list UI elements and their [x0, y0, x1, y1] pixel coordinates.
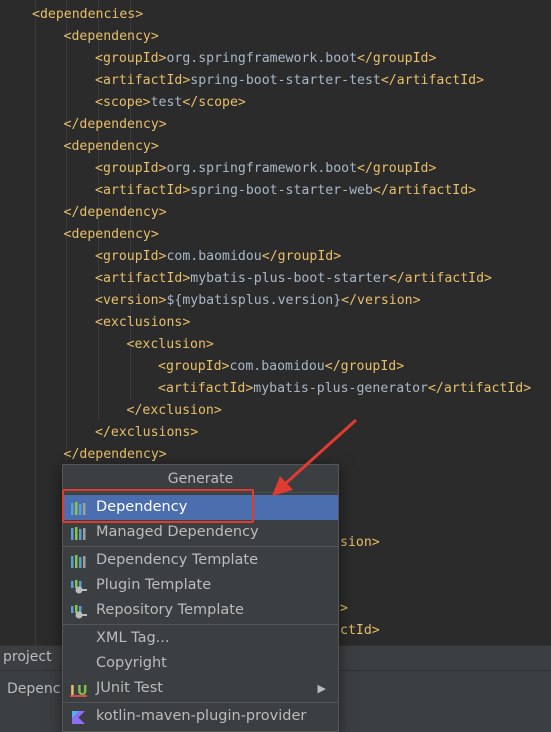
code-line[interactable]: </exclusions>: [95, 422, 198, 444]
code-line[interactable]: <artifactId>spring-boot-starter-test</ar…: [95, 70, 484, 92]
code-fragment: sion>: [340, 532, 380, 554]
xml-open-tag: <scope>: [95, 95, 151, 110]
xml-close-tag: </artifactId>: [427, 381, 532, 396]
code-line[interactable]: <version>${mybatisplus.version}</version…: [95, 290, 421, 312]
xml-close-tag: </dependency>: [63, 447, 167, 462]
menu-item-repository-template[interactable]: Repository Template: [63, 598, 338, 623]
menu-item-label: Managed Dependency: [96, 524, 259, 540]
xml-text: mybatis-plus-boot-starter: [190, 271, 389, 286]
xml-open-tag: <dependency>: [63, 29, 159, 44]
xml-text: com.baomidou: [229, 359, 325, 374]
menu-item-xml-tag[interactable]: XML Tag...: [63, 626, 338, 651]
xml-open-tag: <artifactId>: [95, 73, 191, 88]
code-line[interactable]: <dependency>: [64, 136, 159, 158]
maven-icon: [70, 553, 88, 568]
menu-item-label: kotlin-maven-plugin-provider: [96, 708, 307, 724]
code-line[interactable]: <artifactId>mybatis-plus-boot-starter</a…: [95, 268, 492, 290]
plugin-icon: [70, 578, 88, 594]
xml-close-tag: </version>: [341, 293, 421, 308]
menu-item-label: XML Tag...: [96, 630, 170, 646]
xml-open-tag: <groupId>: [95, 51, 167, 66]
xml-open-tag: <dependency>: [63, 139, 159, 154]
code-line[interactable]: <dependencies>: [32, 4, 143, 26]
menu-item-plugin-template[interactable]: Plugin Template: [63, 573, 338, 598]
menu-item-copyright[interactable]: Copyright: [63, 651, 338, 676]
xml-close-tag: </groupId>: [261, 249, 342, 264]
menu-item-label: Repository Template: [96, 602, 244, 618]
xml-text: mybatis-plus-generator: [253, 381, 428, 396]
junit-icon: JU: [69, 681, 88, 699]
xml-open-tag: <groupId>: [158, 359, 230, 374]
code-line[interactable]: <groupId>com.baomidou</groupId>: [158, 356, 404, 378]
indent-guide: [35, 0, 36, 645]
xml-open-tag: <groupId>: [95, 161, 167, 176]
xml-close-tag: </dependency>: [63, 117, 167, 132]
xml-tag-fragment: ctId>: [340, 623, 380, 638]
xml-open-tag: <groupId>: [95, 249, 167, 264]
menu-item-dependency-template[interactable]: Dependency Template: [63, 548, 338, 573]
code-line[interactable]: <artifactId>spring-boot-starter-web</art…: [95, 180, 476, 202]
menu-item-label: Copyright: [96, 655, 167, 671]
xml-close-tag: </groupId>: [324, 359, 405, 374]
menu-item-junit-test[interactable]: J U JUnit Test ▶: [63, 676, 338, 701]
xml-open-tag: <exclusions>: [95, 315, 191, 330]
xml-close-tag: </artifactId>: [372, 183, 477, 198]
plugin-icon: [70, 603, 88, 619]
xml-close-tag: </artifactId>: [380, 73, 485, 88]
menu-separator: [63, 702, 338, 703]
xml-open-tag: <artifactId>: [158, 381, 254, 396]
xml-close-tag: </groupId>: [357, 51, 437, 66]
highlight-box: [62, 489, 254, 523]
xml-open-tag: <artifactId>: [95, 271, 191, 286]
submenu-arrow-icon: ▶: [317, 682, 326, 695]
xml-open-tag: <version>: [95, 293, 167, 308]
menu-item-kotlin-maven-plugin-provider[interactable]: kotlin-maven-plugin-provider: [63, 704, 338, 729]
code-line[interactable]: <exclusion>: [127, 334, 214, 356]
code-line[interactable]: <dependency>: [64, 26, 159, 48]
code-line[interactable]: <groupId>org.springframework.boot</group…: [95, 48, 436, 70]
xml-text: spring-boot-starter-web: [190, 183, 373, 198]
code-line[interactable]: <dependency>: [64, 224, 159, 246]
menu-item-managed-dependency[interactable]: Managed Dependency: [63, 520, 338, 545]
code-line[interactable]: <groupId>org.springframework.boot</group…: [95, 158, 436, 180]
code-line[interactable]: <groupId>com.baomidou</groupId>: [95, 246, 341, 268]
menu-separator: [63, 546, 338, 547]
xml-open-tag: <dependencies>: [32, 7, 144, 22]
xml-text: org.springframework.boot: [166, 161, 358, 176]
xml-open-tag: <exclusion>: [126, 337, 214, 352]
code-line[interactable]: </dependency>: [64, 202, 167, 224]
code-line[interactable]: <artifactId>mybatis-plus-generator</arti…: [158, 378, 531, 400]
xml-open-tag: <dependency>: [63, 227, 159, 242]
xml-close-tag: </exclusion>: [126, 403, 222, 418]
xml-close-tag: </groupId>: [357, 161, 437, 176]
xml-text: org.springframework.boot: [166, 51, 358, 66]
code-line[interactable]: <exclusions>: [95, 312, 190, 334]
menu-separator: [63, 624, 338, 625]
kotlin-icon: [70, 709, 88, 724]
code-fragment: >: [340, 598, 348, 620]
code-fragment: ctId>: [340, 620, 380, 642]
menu-item-label: Plugin Template: [96, 577, 212, 593]
xml-text: ${mybatisplus.version}: [166, 293, 342, 308]
xml-text: com.baomidou: [166, 249, 262, 264]
maven-icon: [70, 525, 88, 540]
xml-open-tag: <artifactId>: [95, 183, 191, 198]
menu-item-label: Dependency Template: [96, 552, 259, 568]
xml-text: spring-boot-starter-test: [190, 73, 381, 88]
xml-close-tag: </dependency>: [63, 205, 167, 220]
xml-close-tag: </exclusions>: [95, 425, 199, 440]
xml-tag-fragment: sion>: [340, 535, 380, 550]
code-line[interactable]: </exclusion>: [127, 400, 222, 422]
code-line[interactable]: <scope>test</scope>: [95, 92, 246, 114]
project-tab-label: project: [3, 649, 52, 665]
code-line[interactable]: </dependency>: [64, 444, 167, 466]
dependencies-tab-label: Depenc: [7, 681, 61, 697]
xml-text: test: [150, 95, 183, 110]
menu-item-label: JUnit Test: [96, 680, 163, 696]
xml-close-tag: </artifactId>: [388, 271, 492, 286]
code-line[interactable]: </dependency>: [64, 114, 167, 136]
xml-tag-fragment: >: [340, 601, 348, 616]
xml-close-tag: </scope>: [182, 95, 246, 110]
